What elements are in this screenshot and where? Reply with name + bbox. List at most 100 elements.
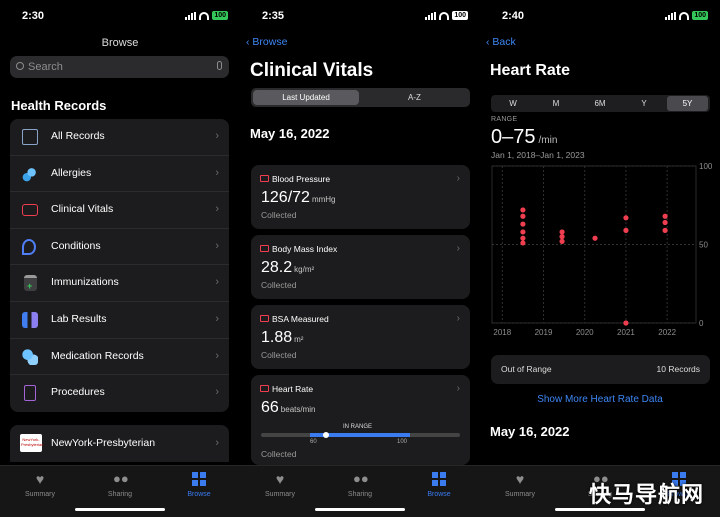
chevron-right-icon: › xyxy=(215,312,219,325)
date-header: May 16, 2022 xyxy=(490,424,570,439)
y-tick-label: 100 xyxy=(699,162,713,171)
period-5y[interactable]: 5Y xyxy=(667,96,708,111)
sort-segmented-control: Last Updated A-Z xyxy=(251,88,470,107)
period-w[interactable]: W xyxy=(493,96,533,111)
range-label: RANGE xyxy=(491,116,518,123)
card-value: 66 beats/min xyxy=(261,399,315,417)
tab-label: Browse xyxy=(187,491,211,498)
cellular-icon xyxy=(425,11,437,20)
out-of-range-count: 10 Records xyxy=(656,364,700,374)
status-bar: 2:35 100 xyxy=(240,0,480,30)
cellular-icon xyxy=(665,11,677,20)
list-item-conditions[interactable]: Conditions › xyxy=(10,229,229,266)
tab-browse[interactable]: Browse xyxy=(169,472,229,498)
tab-summary[interactable]: ♥ Summary xyxy=(490,472,550,498)
range-gauge-high: 100 xyxy=(397,439,408,445)
card-bsa-measured[interactable]: BSA Measured › 1.88 m² Collected xyxy=(251,305,470,369)
wifi-icon xyxy=(679,11,690,20)
chevron-right-icon: › xyxy=(456,173,460,184)
range-value: 0–75/min xyxy=(491,126,557,149)
tab-label: Summary xyxy=(505,491,535,498)
vitals-icon xyxy=(260,175,269,182)
show-more-link[interactable]: Show More Heart Rate Data xyxy=(480,394,720,405)
data-point xyxy=(592,235,598,241)
data-point xyxy=(662,213,668,219)
search-input[interactable]: Search xyxy=(10,56,229,78)
tab-sharing[interactable]: ●● Sharing xyxy=(90,471,150,499)
data-point xyxy=(520,213,526,219)
list-item-label: Lab Results xyxy=(51,312,107,325)
records-icon xyxy=(22,129,38,145)
list-item-label: All Records xyxy=(51,130,105,142)
search-placeholder: Search xyxy=(28,61,63,73)
back-button[interactable]: ‹ Browse xyxy=(246,36,287,48)
cellular-icon xyxy=(185,11,197,20)
list-item-label: Immunizations xyxy=(51,276,119,289)
provider-name: NewYork-Presbyterian xyxy=(51,437,156,449)
x-tick-label: 2020 xyxy=(576,328,594,337)
battery-icon: 100 xyxy=(692,11,708,20)
range-gauge-low: 60 xyxy=(310,439,317,445)
period-segmented-control: W M 6M Y 5Y xyxy=(491,95,710,112)
list-item-procedures[interactable]: Procedures › xyxy=(10,375,229,412)
clinical-vitals-screen: 2:35 100 ‹ Browse Clinical Vitals Last U… xyxy=(240,0,480,517)
out-of-range-label: Out of Range xyxy=(501,364,552,374)
card-title: Body Mass Index xyxy=(272,244,338,254)
section-title: Health Records xyxy=(11,98,107,113)
period-6m[interactable]: 6M xyxy=(579,96,621,111)
data-point xyxy=(520,229,526,235)
card-value: 126/72 mmHg xyxy=(261,189,336,207)
list-item-lab-results[interactable]: Lab Results › xyxy=(10,302,229,339)
wifi-icon xyxy=(439,11,450,20)
battery-icon: 100 xyxy=(452,11,468,20)
heart-icon: ♥ xyxy=(515,471,525,487)
status-indicators: 100 xyxy=(185,11,228,20)
back-label: Browse xyxy=(252,36,288,48)
data-point xyxy=(623,215,629,221)
period-m[interactable]: M xyxy=(536,96,576,111)
vitals-icon xyxy=(22,204,38,217)
provider-row[interactable]: NewYork-Presbyterian NewYork-Presbyteria… xyxy=(10,425,229,462)
tab-summary[interactable]: ♥ Summary xyxy=(250,472,310,498)
status-time: 2:30 xyxy=(22,10,45,22)
chevron-right-icon: › xyxy=(456,313,460,324)
segment-a-z[interactable]: A-Z xyxy=(361,90,468,105)
tab-browse[interactable]: Browse xyxy=(409,472,469,498)
list-item-all-records[interactable]: All Records › xyxy=(10,119,229,156)
home-indicator xyxy=(315,508,405,511)
card-status: Collected xyxy=(261,210,297,220)
tab-sharing[interactable]: ●● Sharing xyxy=(330,472,390,499)
list-item-immunizations[interactable]: + Immunizations › xyxy=(10,265,229,302)
pills-icon xyxy=(22,348,38,365)
card-title: BSA Measured xyxy=(272,314,329,324)
tab-label: Browse xyxy=(427,491,451,498)
wifi-icon xyxy=(199,11,210,20)
data-point xyxy=(623,227,629,233)
vitals-icon xyxy=(260,385,269,392)
list-item-medication-records[interactable]: Medication Records › xyxy=(10,339,229,376)
date-header: May 16, 2022 xyxy=(250,126,330,141)
range-number: 0–75 xyxy=(491,126,536,148)
tab-summary[interactable]: ♥ Summary xyxy=(10,472,70,498)
list-item-clinical-vitals[interactable]: Clinical Vitals › xyxy=(10,192,229,229)
segment-last-updated[interactable]: Last Updated xyxy=(253,90,359,105)
card-value: 28.2 kg/m² xyxy=(261,259,314,277)
data-point xyxy=(520,240,526,246)
out-of-range-row[interactable]: Out of Range 10 Records xyxy=(491,355,710,384)
back-button[interactable]: ‹ Back xyxy=(486,36,516,48)
card-blood-pressure[interactable]: Blood Pressure › 126/72 mmHg Collected xyxy=(251,165,470,229)
y-tick-label: 50 xyxy=(699,241,708,250)
chevron-right-icon: › xyxy=(215,386,219,399)
range-gauge xyxy=(261,432,460,438)
card-heart-rate[interactable]: Heart Rate › 66 beats/min IN RANGE 60 100… xyxy=(251,375,470,465)
heart-rate-chart: 0 50 100 2018 2019 2020 2021 2022 xyxy=(491,162,713,337)
list-item-allergies[interactable]: Allergies › xyxy=(10,156,229,193)
data-point xyxy=(623,320,629,326)
microphone-icon[interactable] xyxy=(217,61,222,70)
period-y[interactable]: Y xyxy=(624,96,664,111)
chevron-right-icon: › xyxy=(215,130,219,142)
people-icon: ●● xyxy=(113,471,129,486)
tab-bar: ♥ Summary ●● Sharing Browse xyxy=(240,465,480,517)
card-body-mass-index[interactable]: Body Mass Index › 28.2 kg/m² Collected xyxy=(251,235,470,299)
watermark: 快马导航网 xyxy=(588,482,704,507)
